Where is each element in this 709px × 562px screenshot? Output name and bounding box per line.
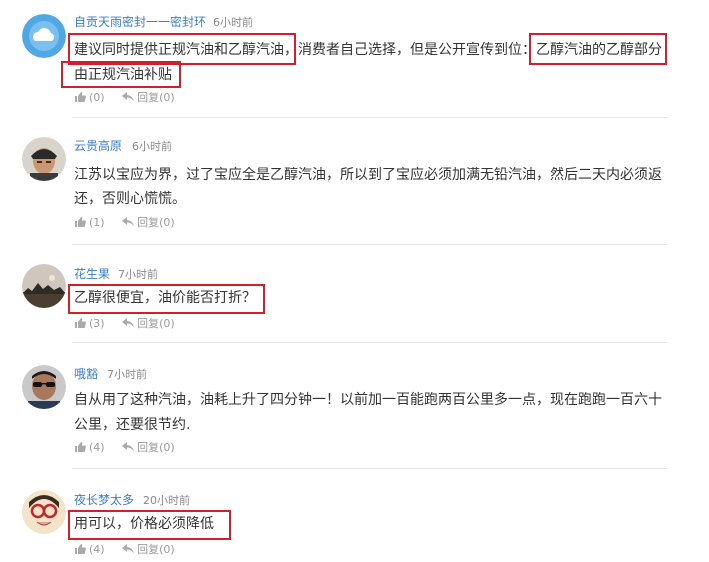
user-avatar[interactable] [22, 137, 66, 181]
comment-item: 花生果 7小时前 乙醇很便宜，油价能否打折？ (3) 回复(0) [0, 262, 709, 338]
comment-text-line: 还，否则心慌慌。 [74, 191, 186, 207]
thumbs-up-icon [75, 318, 86, 328]
reply-button[interactable]: 回复(0) [122, 214, 175, 230]
reply-arrow-icon [122, 318, 135, 328]
cartoon-glasses-avatar-icon [22, 490, 66, 534]
username[interactable]: 云贵高原 [74, 137, 122, 154]
reply-arrow-icon [122, 217, 135, 227]
thumbs-up-icon [75, 92, 86, 102]
comment-list: 自贡天雨密封一一密封环 6小时前 建议同时提供正规汽油和乙醇汽油，消费者自己选择… [0, 0, 709, 562]
reply-count: 回复(0) [137, 441, 175, 454]
like-count: (4) [89, 542, 105, 556]
user-avatar[interactable] [22, 365, 66, 409]
timestamp: 20小时前 [143, 494, 190, 507]
comment-item: 云贵高原 6小时前 江苏以宝应为界，过了宝应全是乙醇汽油，所以到了宝应必须加满无… [0, 134, 709, 234]
timestamp: 7小时前 [118, 268, 158, 281]
comment-item: 自贡天雨密封一一密封环 6小时前 建议同时提供正规汽油和乙醇汽油，消费者自己选择… [0, 10, 709, 110]
timestamp: 6小时前 [213, 16, 253, 29]
reply-button[interactable]: 回复(0) [122, 89, 175, 105]
sunset-avatar-icon [22, 264, 66, 308]
highlight-box [68, 510, 231, 540]
like-count: (1) [89, 215, 105, 229]
like-count: (4) [89, 440, 105, 454]
comment-divider [72, 342, 667, 343]
username[interactable]: 哦豁 [74, 365, 98, 382]
timestamp: 7小时前 [107, 368, 147, 381]
reply-arrow-icon [122, 442, 135, 452]
thumbs-up-icon [75, 442, 86, 452]
like-button[interactable]: (1) [74, 216, 105, 229]
username[interactable]: 夜长梦太多 [74, 491, 134, 508]
comment-actions: (0) 回复(0) [74, 89, 189, 105]
comment-text-line: 自从用了这种汽油，油耗上升了四分钟一！以前加一百能跑两百公里多一点，现在跑跑一百… [74, 392, 662, 408]
comment-actions: (3) 回复(0) [74, 315, 189, 331]
username[interactable]: 花生果 [74, 265, 110, 282]
highlight-box [61, 61, 181, 88]
highlight-box [529, 33, 667, 65]
comment-actions: (4) 回复(0) [74, 541, 189, 557]
reply-button[interactable]: 回复(0) [122, 541, 175, 557]
like-button[interactable]: (3) [74, 317, 105, 330]
highlight-box [68, 284, 265, 314]
thumbs-up-icon [75, 544, 86, 554]
like-count: (3) [89, 316, 105, 330]
comment-divider [72, 244, 667, 245]
reply-button[interactable]: 回复(0) [122, 439, 175, 455]
user-avatar[interactable] [22, 490, 66, 534]
like-button[interactable]: (4) [74, 441, 105, 454]
comment-actions: (1) 回复(0) [74, 214, 189, 230]
sunglasses-avatar-icon [22, 365, 66, 409]
user-avatar[interactable] [22, 264, 66, 308]
user-avatar[interactable] [22, 14, 66, 58]
comment-actions: (4) 回复(0) [74, 439, 189, 455]
reply-button[interactable]: 回复(0) [122, 315, 175, 331]
like-button[interactable]: (0) [74, 91, 105, 104]
reply-count: 回复(0) [137, 216, 175, 229]
thumbs-up-icon [75, 217, 86, 227]
reply-arrow-icon [122, 92, 135, 102]
reply-count: 回复(0) [137, 91, 175, 104]
cap-man-avatar-icon [22, 137, 66, 181]
username[interactable]: 自贡天雨密封一一密封环 [74, 13, 206, 30]
reply-count: 回复(0) [137, 543, 175, 556]
comment-item: 哦豁 7小时前 自从用了这种汽油，油耗上升了四分钟一！以前加一百能跑两百公里多一… [0, 362, 709, 462]
cloud-avatar-icon [22, 14, 66, 58]
comment-text-line: 公里，还要很节约. [74, 417, 191, 433]
comment-item: 夜长梦太多 20小时前 用可以，价格必须降低 (4) 回复(0) [0, 488, 709, 558]
like-button[interactable]: (4) [74, 543, 105, 556]
like-count: (0) [89, 90, 105, 104]
reply-arrow-icon [122, 544, 135, 554]
comment-divider [72, 468, 667, 469]
comment-divider [72, 117, 667, 118]
timestamp: 6小时前 [132, 140, 172, 153]
comment-text-line: 江苏以宝应为界，过了宝应全是乙醇汽油，所以到了宝应必须加满无铅汽油，然后二天内必… [74, 167, 662, 183]
reply-count: 回复(0) [137, 317, 175, 330]
